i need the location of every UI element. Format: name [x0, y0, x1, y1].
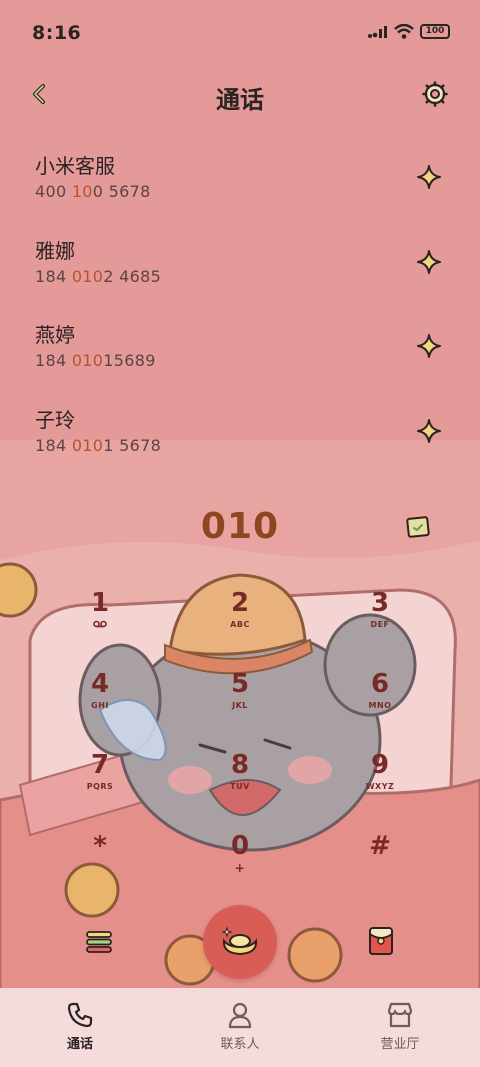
status-bar: 8:16 100: [0, 0, 480, 66]
voicemail-icon: [93, 620, 107, 628]
key-8[interactable]: 8 TUV: [190, 748, 290, 829]
phone-icon: [67, 1002, 93, 1028]
gold-ingot-icon: [221, 926, 258, 956]
contact-number: 184 01015689: [35, 351, 156, 370]
menu-icon[interactable]: [84, 927, 114, 957]
sparkle-star-icon[interactable]: [416, 164, 442, 190]
dialer-actions: [0, 902, 480, 982]
contact-number: 400 100 5678: [35, 182, 151, 201]
contact-suggestion-list: 小米客服 400 100 5678 雅娜 184 0102 4685 燕婷 18…: [0, 138, 480, 476]
tab-service-hall[interactable]: 营业厅: [320, 988, 480, 1067]
note-icon[interactable]: [406, 515, 430, 539]
list-item[interactable]: 燕婷 184 01015689: [0, 307, 480, 392]
app-header: 通话: [0, 70, 480, 118]
red-envelope-icon[interactable]: [367, 926, 395, 956]
contact-name: 雅娜: [35, 238, 75, 263]
key-7[interactable]: 7 PQRS: [50, 748, 150, 829]
signal-icon: [368, 25, 387, 38]
tab-service-hall-label: 营业厅: [380, 1037, 420, 1052]
contact-name: 燕婷: [35, 323, 75, 347]
sparkle-star-icon[interactable]: [416, 333, 442, 359]
dial-keypad: 1 2 ABC 3 DEF 4 GHI 5 JKL 6 MNO 7 PQRS 8 TUV 9W…: [50, 586, 430, 910]
page-title: 通话: [216, 86, 264, 114]
gear-icon[interactable]: [422, 81, 448, 107]
phone-dialer-screen: 8:16 100 通话 小米客服 400 100 5678 雅娜 184 010…: [0, 0, 480, 1067]
tab-contacts[interactable]: 联系人: [160, 988, 320, 1067]
status-time: 8:16: [32, 22, 82, 44]
key-3[interactable]: 3 DEF: [330, 586, 430, 667]
status-icons: 100: [368, 24, 450, 39]
key-5[interactable]: 5 JKL: [190, 667, 290, 748]
tab-calls-label: 通话: [66, 1037, 93, 1052]
list-item[interactable]: 雅娜 184 0102 4685: [0, 223, 480, 308]
call-button[interactable]: [203, 905, 277, 979]
key-6[interactable]: 6 MNO: [330, 667, 430, 748]
contact-number: 184 0102 4685: [35, 266, 162, 286]
key-4[interactable]: 4 GHI: [50, 667, 150, 748]
sparkle-star-icon[interactable]: [416, 418, 442, 444]
contact-name: 子玲: [35, 407, 75, 432]
battery-icon: 100: [420, 24, 450, 39]
tab-calls[interactable]: 通话: [0, 988, 160, 1067]
list-item[interactable]: 小米客服 400 100 5678: [0, 138, 480, 223]
contact-number: 184 0101 5678: [35, 435, 162, 455]
bottom-nav: 通话 联系人 营业厅: [0, 988, 480, 1067]
key-hash[interactable]: #: [330, 829, 430, 910]
key-1[interactable]: 1: [50, 586, 150, 667]
key-star[interactable]: *: [50, 829, 150, 910]
key-9[interactable]: 9 WXYZ: [330, 748, 430, 829]
key-0[interactable]: 0 +: [190, 829, 290, 910]
key-2[interactable]: 2 ABC: [190, 586, 290, 667]
list-item[interactable]: 子玲 184 0101 5678: [0, 392, 480, 477]
tab-contacts-label: 联系人: [220, 1037, 260, 1052]
contact-name: 小米客服: [35, 154, 115, 178]
store-icon: [387, 1002, 413, 1028]
sparkle-star-icon[interactable]: [416, 249, 442, 275]
wifi-icon: [394, 24, 414, 39]
contact-person-icon: [228, 1002, 252, 1029]
